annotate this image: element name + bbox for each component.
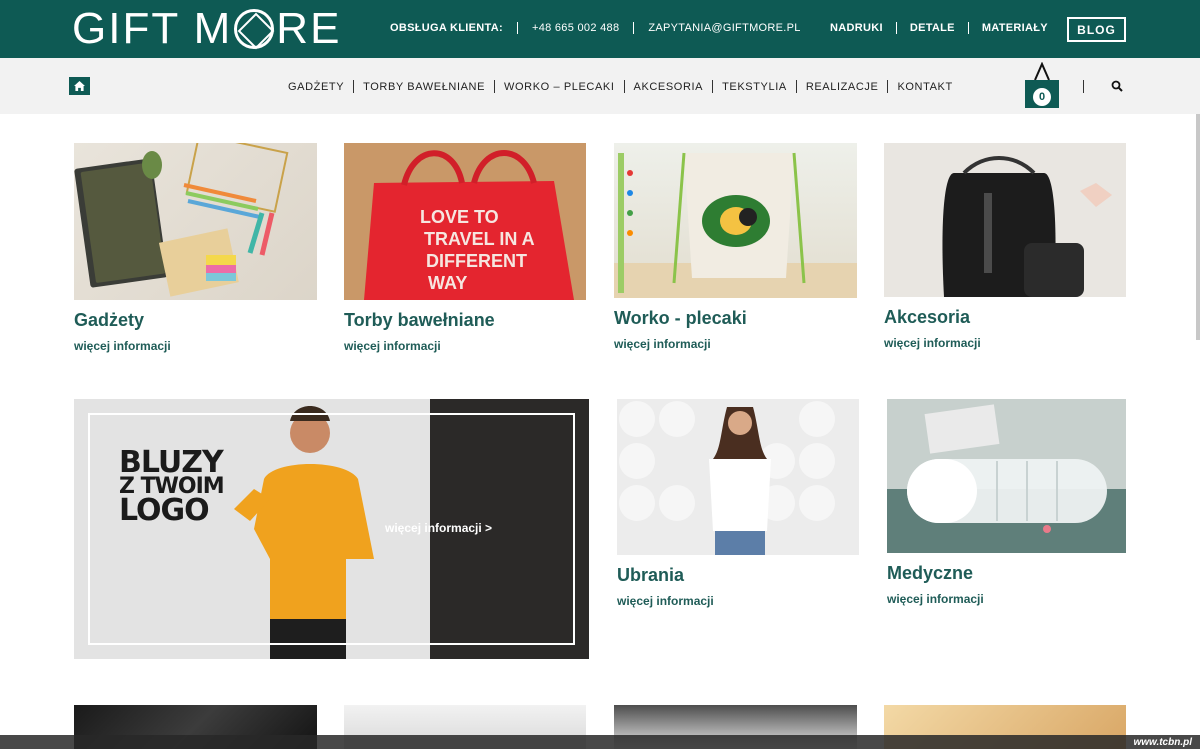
category-tile-ubrania[interactable]: Ubrania więcej informacji [617,399,859,614]
main-menu: GADŻETY TORBY BAWEŁNIANE WORKO – PLECAKI… [288,80,953,93]
cart-count-badge: 0 [1033,88,1051,106]
watermark-strip [0,735,1200,749]
bag-print-line-2: TRAVEL IN A [424,229,535,249]
category-image-akcesoria[interactable] [884,143,1126,297]
home-icon [74,81,85,91]
category-title[interactable]: Torby bawełniane [344,310,495,331]
menu-item-tekstylia[interactable]: TEKSTYLIA [722,81,787,93]
cart-count-wrap: 0 [1023,82,1061,110]
menu-item-gadzety[interactable]: GADŻETY [288,81,344,93]
tote-bag-photo: LOVE TO TRAVEL IN A DIFFERENT WAY [344,143,586,300]
more-info-link[interactable]: więcej informacji [614,337,711,351]
home-button[interactable] [69,77,90,95]
banner-headline: BLUZY Z TWOIM LOGO [119,445,225,528]
hoodies-banner[interactable]: BLUZY Z TWOIM LOGO więcej informacji > [74,399,589,659]
logo-text-left: GIFT M [72,4,233,53]
logo-o-mark-icon [234,9,275,49]
category-image-ubrania[interactable] [617,399,859,555]
category-title[interactable]: Worko - plecaki [614,308,747,329]
black-pouch-photo [942,156,1112,297]
divider [795,80,797,93]
search-icon[interactable] [1111,80,1123,92]
divider [712,80,714,93]
divider [494,80,496,93]
category-tile-worko-plecaki[interactable]: Worko - plecaki więcej informacji [614,143,857,358]
tshirt-model-photo [619,401,835,555]
contact-info: OBSŁUGA KLIENTA: +48 665 002 488 ZAPYTAN… [390,22,801,34]
gadgets-photo [74,143,289,297]
email-link[interactable]: ZAPYTANIA@GIFTMORE.PL [648,22,800,34]
divider [887,80,889,93]
top-nav: NADRUKI DETALE MATERIAŁY [830,22,1048,34]
category-tile-torby[interactable]: LOVE TO TRAVEL IN A DIFFERENT WAY Torby … [344,143,586,358]
category-title[interactable]: Medyczne [887,563,973,584]
category-tile-akcesoria[interactable]: Akcesoria więcej informacji [884,143,1126,358]
category-image-worko-plecaki[interactable] [614,143,857,298]
top-link-detale[interactable]: DETALE [910,22,955,34]
more-info-link[interactable]: więcej informacji [74,339,171,353]
bag-print-line-4: WAY [428,273,467,293]
bag-print-line-1: LOVE TO [420,207,499,227]
contact-label: OBSŁUGA KLIENTA: [390,22,503,34]
menu-item-akcesoria[interactable]: AKCESORIA [634,81,704,93]
more-info-link[interactable]: więcej informacji [617,594,714,608]
divider [516,22,518,34]
banner-line-1: BLUZY [119,445,224,480]
category-title[interactable]: Akcesoria [884,307,970,328]
blog-button[interactable]: BLOG [1067,17,1126,42]
menu-item-worko-plecaki[interactable]: WORKO – PLECAKI [504,81,614,93]
more-info-link[interactable]: więcej informacji [344,339,441,353]
watermark-text: www.tcbn.pl [1133,737,1192,748]
top-bar: GIFT M RE OBSŁUGA KLIENTA: +48 665 002 4… [0,0,1200,58]
category-title[interactable]: Gadżety [74,310,144,331]
banner-line-3: LOGO [119,493,210,528]
divider [1083,80,1084,93]
logo-text-right: RE [276,4,342,53]
category-image-medyczne[interactable] [887,399,1126,553]
main-nav-bar: GADŻETY TORBY BAWEŁNIANE WORKO – PLECAKI… [0,58,1200,114]
category-image-gadzety[interactable] [74,143,317,300]
category-title[interactable]: Ubrania [617,565,684,586]
top-link-materialy[interactable]: MATERIAŁY [982,22,1048,34]
banner-more-link[interactable]: więcej informacji > [385,521,492,535]
category-tile-medyczne[interactable]: Medyczne więcej informacji [887,399,1126,614]
divider [967,22,969,34]
menu-item-realizacje[interactable]: REALIZACJE [806,81,879,93]
menu-item-torby[interactable]: TORBY BAWEŁNIANE [363,81,485,93]
divider [895,22,897,34]
menu-item-kontakt[interactable]: KONTAKT [897,81,952,93]
site-logo[interactable]: GIFT M RE [72,4,341,53]
phone-link[interactable]: +48 665 002 488 [532,22,619,34]
more-info-link[interactable]: więcej informacji [884,336,981,350]
cart-button[interactable]: 0 [1023,61,1061,110]
bag-print-line-3: DIFFERENT [426,251,527,271]
divider [623,80,625,93]
more-info-link[interactable]: więcej informacji [887,592,984,606]
top-link-nadruki[interactable]: NADRUKI [830,22,883,34]
drawstring-bag-photo [614,152,857,298]
divider [633,22,635,34]
divider [353,80,355,93]
category-image-torby[interactable]: LOVE TO TRAVEL IN A DIFFERENT WAY [344,143,586,300]
category-tile-gadzety[interactable]: Gadżety więcej informacji [74,143,317,358]
pill-bottle-photo [887,399,1126,553]
